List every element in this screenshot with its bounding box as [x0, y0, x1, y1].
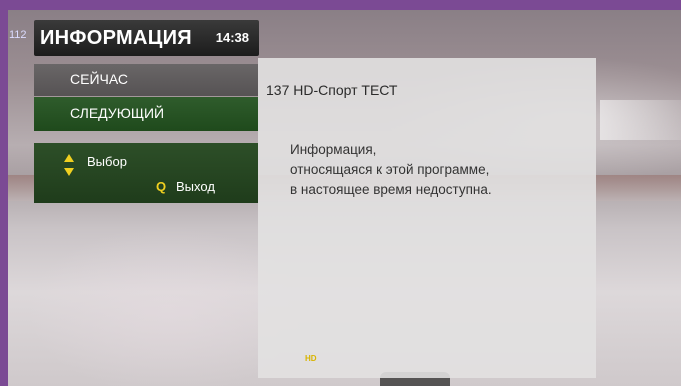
menu-item-now[interactable]: СЕЙЧАС: [34, 64, 258, 96]
detail-message-line: в настоящее время недоступна.: [290, 182, 492, 197]
photo-frame-left: [0, 0, 8, 386]
detail-message-line: относящаяся к этой программе,: [290, 162, 490, 177]
detail-message-line: Информация,: [290, 142, 377, 157]
detail-message: Информация, относящаяся к этой программе…: [290, 140, 590, 200]
photo-frame-top: [0, 0, 681, 10]
menu-item-now-label: СЕЙЧАС: [70, 71, 128, 87]
help-box: Выбор Q Выход: [34, 143, 258, 203]
help-exit-label[interactable]: Выход: [176, 179, 215, 194]
menu-item-next-label: СЛЕДУЮЩИЙ: [70, 105, 165, 121]
clock: 14:38: [215, 30, 249, 45]
hd-badge: HD: [305, 354, 317, 363]
help-select-label: Выбор: [87, 154, 127, 169]
program-detail-panel: 137 HD-Спорт ТЕСТ Информация, относящаяс…: [258, 58, 596, 378]
info-title: ИНФОРМАЦИЯ: [40, 27, 192, 49]
detail-channel-name: 137 HD-Спорт ТЕСТ: [266, 82, 398, 98]
info-header: ИНФОРМАЦИЯ 14:38: [34, 20, 259, 56]
rink-ad-banner: [600, 100, 681, 140]
menu-item-next[interactable]: СЛЕДУЮЩИЙ: [34, 97, 258, 131]
up-down-arrows-icon: [64, 154, 74, 176]
q-key-icon: Q: [156, 179, 167, 194]
channel-number: 112: [9, 29, 27, 41]
